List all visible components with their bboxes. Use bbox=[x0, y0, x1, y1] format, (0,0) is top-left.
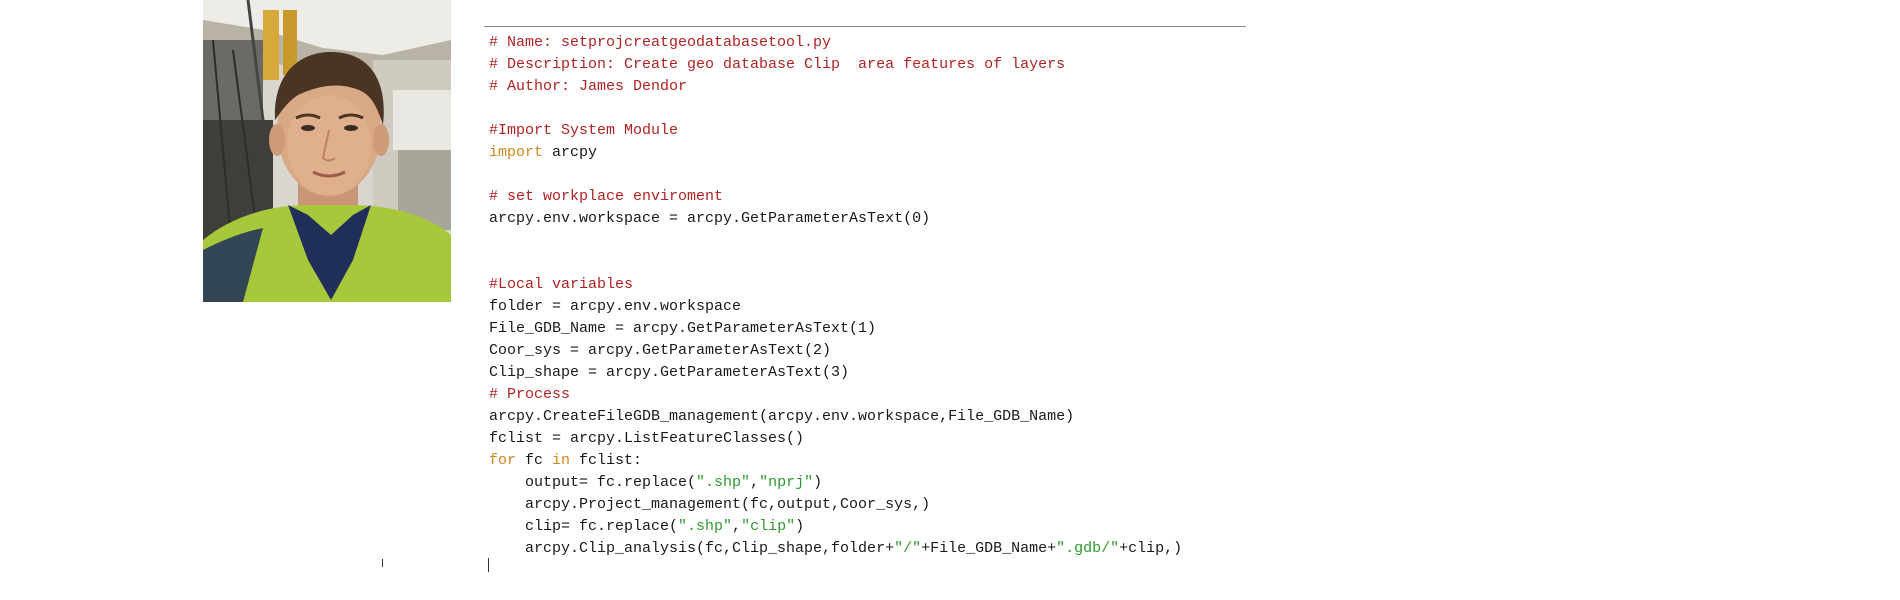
author-photo-image bbox=[203, 0, 451, 302]
code-comment: #Local variables bbox=[489, 276, 634, 293]
code-line: arcpy.env.workspace = arcpy.GetParameter… bbox=[489, 208, 1289, 230]
code-string: "clip" bbox=[741, 518, 796, 535]
code-line: clip= fc.replace(".shp","clip") bbox=[489, 516, 1289, 538]
code-line: arcpy.Clip_analysis(fc,Clip_shape,folder… bbox=[489, 538, 1289, 560]
code-line: Coor_sys = arcpy.GetParameterAsText(2) bbox=[489, 340, 1289, 362]
code-block: # Name: setprojcreatgeodatabasetool.py # … bbox=[489, 32, 1289, 560]
code-text: +File_GDB_Name+ bbox=[921, 540, 1057, 557]
code-text: arcpy.CreateFileGDB_management(arcpy.env… bbox=[489, 408, 1075, 425]
text-cursor[interactable] bbox=[488, 558, 489, 572]
code-string: "nprj" bbox=[759, 474, 814, 491]
code-text: ) bbox=[813, 474, 823, 491]
code-string: ".shp" bbox=[678, 518, 733, 535]
code-comment: # Author: James Dendor bbox=[489, 78, 688, 95]
code-line: #Import System Module bbox=[489, 120, 1289, 142]
code-line: Clip_shape = arcpy.GetParameterAsText(3) bbox=[489, 362, 1289, 384]
code-line: #Local variables bbox=[489, 274, 1289, 296]
code-line: output= fc.replace(".shp","nprj") bbox=[489, 472, 1289, 494]
code-string: ".shp" bbox=[696, 474, 751, 491]
code-string: "/" bbox=[894, 540, 922, 557]
code-text: arcpy.env.workspace = arcpy.GetParameter… bbox=[489, 210, 931, 227]
code-text: File_GDB_Name = arcpy.GetParameterAsText… bbox=[489, 320, 877, 337]
code-keyword: for bbox=[489, 452, 517, 469]
code-text: Coor_sys = arcpy.GetParameterAsText(2) bbox=[489, 342, 832, 359]
code-text: Clip_shape = arcpy.GetParameterAsText(3) bbox=[489, 364, 850, 381]
code-keyword: in bbox=[552, 452, 571, 469]
code-text: arcpy.Project_management(fc,output,Coor_… bbox=[489, 496, 931, 513]
code-comment: # set workplace enviroment bbox=[489, 188, 724, 205]
code-text: arcpy.Clip_analysis(fc,Clip_shape,folder… bbox=[489, 540, 895, 557]
code-comment: # Process bbox=[489, 386, 571, 403]
code-text: fclist: bbox=[570, 452, 643, 469]
code-keyword: import bbox=[489, 144, 544, 161]
code-line: import arcpy bbox=[489, 142, 1289, 164]
code-text: , bbox=[750, 474, 760, 491]
code-comment: # Description: Create geo database Clip … bbox=[489, 56, 1066, 73]
code-text: ) bbox=[795, 518, 805, 535]
code-line: folder = arcpy.env.workspace bbox=[489, 296, 1289, 318]
code-text: arcpy bbox=[543, 144, 598, 161]
code-line: # Process bbox=[489, 384, 1289, 406]
code-text: output= fc.replace( bbox=[489, 474, 697, 491]
code-text: fc bbox=[516, 452, 553, 469]
author-photo bbox=[203, 0, 451, 302]
code-text: , bbox=[732, 518, 742, 535]
code-line: for fc in fclist: bbox=[489, 450, 1289, 472]
code-line: arcpy.Project_management(fc,output,Coor_… bbox=[489, 494, 1289, 516]
code-line: fclist = arcpy.ListFeatureClasses() bbox=[489, 428, 1289, 450]
text-cursor-left bbox=[382, 559, 383, 567]
code-line: # Description: Create geo database Clip … bbox=[489, 54, 1289, 76]
code-string: ".gdb/" bbox=[1056, 540, 1120, 557]
code-line: # Name: setprojcreatgeodatabasetool.py bbox=[489, 32, 1289, 54]
code-comment: # Name: setprojcreatgeodatabasetool.py bbox=[489, 34, 832, 51]
code-text: +clip,) bbox=[1119, 540, 1183, 557]
code-line: arcpy.CreateFileGDB_management(arcpy.env… bbox=[489, 406, 1289, 428]
code-text: fclist = arcpy.ListFeatureClasses() bbox=[489, 430, 805, 447]
code-text: clip= fc.replace( bbox=[489, 518, 679, 535]
code-line: # set workplace enviroment bbox=[489, 186, 1289, 208]
code-text: folder = arcpy.env.workspace bbox=[489, 298, 742, 315]
code-line: # Author: James Dendor bbox=[489, 76, 1289, 98]
code-top-rule bbox=[484, 26, 1246, 27]
code-line: File_GDB_Name = arcpy.GetParameterAsText… bbox=[489, 318, 1289, 340]
code-comment: #Import System Module bbox=[489, 122, 679, 139]
